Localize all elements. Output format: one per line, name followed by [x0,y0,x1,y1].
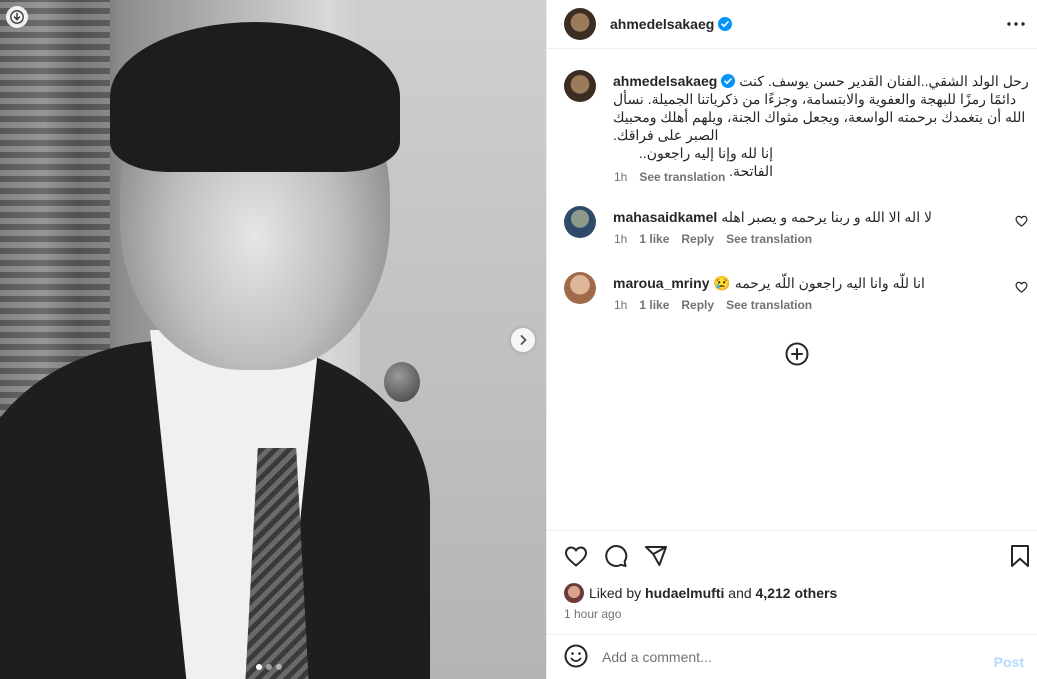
bookmark-icon[interactable] [1007,543,1033,569]
liked-by-label: Liked by [589,585,642,601]
post-header: ahmedelsakaeg [547,0,1037,49]
liked-by-and: and [728,585,752,601]
carousel-indicator [256,664,282,670]
heart-icon[interactable] [1015,214,1029,228]
see-translation-link[interactable]: See translation [726,298,812,312]
heart-icon[interactable] [563,543,589,569]
caption-time[interactable]: 1h [614,170,627,184]
verified-badge-icon [721,74,736,88]
comment-body: انا للّه وانا اليه راجعون اللّه يرحمه 😢 [713,275,925,291]
caption-username[interactable]: ahmedelsakaeg [613,73,717,89]
avatar[interactable] [564,70,596,102]
carousel-dot [256,664,262,670]
comment-meta: 1h 1 like Reply See translation [614,298,812,312]
comment-text: maroua_mriny انا للّه وانا اليه راجعون ا… [613,274,973,292]
comment-icon[interactable] [603,543,629,569]
comment-time[interactable]: 1h [614,298,627,312]
heart-icon[interactable] [1015,280,1029,294]
post-comment-button[interactable]: Post [994,654,1024,670]
reply-button[interactable]: Reply [681,298,714,312]
see-translation-link[interactable]: See translation [639,170,725,184]
comment-body: لا اله الا الله و ربنا يرحمه و يصبر اهله [721,209,932,225]
post-sidebar: ahmedelsakaeg ahmedelsakaeg رحل الولد ال… [546,0,1037,679]
avatar[interactable] [564,206,596,238]
carousel-dot [266,664,272,670]
emoji-icon[interactable] [564,644,588,671]
avatar[interactable] [564,8,596,40]
post-actions: Liked by hudaelmufti and 4,212 others 1 … [547,530,1037,634]
comment-composer: Add a comment... Post [547,634,1037,679]
comment-meta: 1h 1 like Reply See translation [614,232,812,246]
download-icon[interactable] [6,6,28,28]
comment-time[interactable]: 1h [614,232,627,246]
chevron-right-icon[interactable] [511,328,535,352]
avatar[interactable] [564,272,596,304]
post-timestamp[interactable]: 1 hour ago [564,607,621,621]
reply-button[interactable]: Reply [681,232,714,246]
author-username-block: ahmedelsakaeg [610,16,733,32]
comment-likes[interactable]: 1 like [639,232,669,246]
carousel-dot [276,664,282,670]
author-username[interactable]: ahmedelsakaeg [610,16,714,32]
caption-username-block: ahmedelsakaeg [613,72,736,90]
comment-input[interactable]: Add a comment... [602,649,1037,665]
comment-username[interactable]: mahasaidkamel [613,209,717,225]
more-horizontal-icon[interactable] [1005,13,1027,35]
verified-badge-icon [718,17,733,31]
caption-text: ahmedelsakaeg رحل الولد الشقي..الفنان ال… [613,72,1029,180]
caption-meta: 1h See translation [614,170,725,184]
likes-summary: Liked by hudaelmufti and 4,212 others [564,583,837,603]
likes-count[interactable]: 4,212 others [756,585,838,601]
see-translation-link[interactable]: See translation [726,232,812,246]
plus-circle-icon[interactable] [785,342,809,366]
avatar[interactable] [564,583,584,603]
post-media[interactable] [0,0,546,679]
comment-username[interactable]: maroua_mriny [613,275,709,291]
comment-likes[interactable]: 1 like [639,298,669,312]
photo-door-knob [384,362,420,402]
comment-text: mahasaidkamel لا اله الا الله و ربنا يرح… [613,208,973,226]
share-icon[interactable] [643,543,669,569]
comments-list[interactable]: ahmedelsakaeg رحل الولد الشقي..الفنان ال… [547,50,1037,530]
photo-hair [110,22,400,172]
liked-by-user[interactable]: hudaelmufti [645,585,724,601]
